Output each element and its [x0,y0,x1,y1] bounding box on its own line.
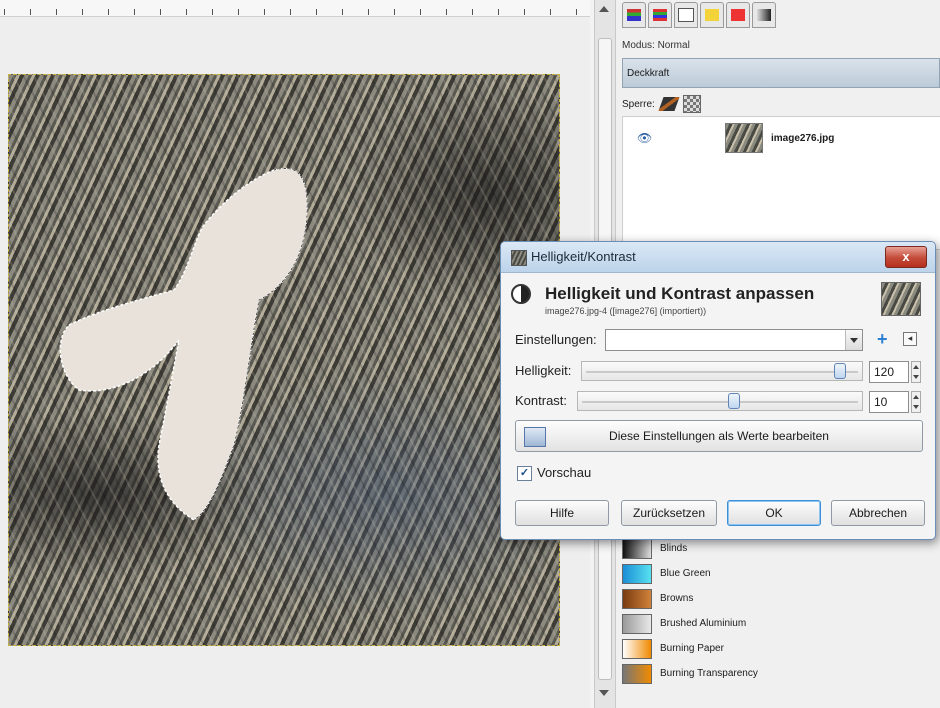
dialog-heading: Helligkeit und Kontrast anpassen [545,284,815,303]
brightness-slider[interactable] [581,361,863,381]
opacity-label: Deckkraft [627,68,670,79]
gradient-name: Browns [660,593,694,604]
contrast-spin-arrows-icon[interactable] [911,391,921,413]
tab-channels[interactable] [648,2,672,28]
settings-label: Einstellungen: [515,332,597,347]
opacity-slider[interactable]: Deckkraft [622,58,940,88]
color-icon [731,9,745,21]
tab-undo[interactable] [700,2,724,28]
dialog-titlebar[interactable]: Helligkeit/Kontrast x [501,242,935,273]
gradient-swatch [622,638,652,659]
brushes-icon [757,9,771,21]
gradient-swatch [622,563,652,584]
contrast-spin-input[interactable]: 10 [869,391,909,413]
scroll-down-arrow-icon[interactable] [599,690,609,696]
gradient-name: Brushed Aluminium [660,618,747,629]
contrast-slider[interactable] [577,391,863,411]
layers-list: 👁 image276.jpg [622,116,940,250]
gradient-swatch [622,613,652,634]
add-preset-icon[interactable]: + [877,329,888,349]
layer-name: image276.jpg [771,132,835,144]
close-button[interactable]: x [885,246,927,268]
tab-layers[interactable] [622,2,646,28]
horizontal-ruler [0,0,590,17]
dialog-title: Helligkeit/Kontrast [531,249,636,264]
preset-menu-icon[interactable]: ◂ [903,332,917,346]
ok-button[interactable]: OK [727,500,821,526]
chevron-down-icon[interactable] [845,330,862,350]
reset-button[interactable]: Zurücksetzen [621,500,717,526]
brightness-contrast-icon [511,284,531,304]
preview-label: Vorschau [537,465,592,480]
gradient-swatch [622,588,652,609]
tab-paths[interactable] [674,2,698,28]
layer-thumbnail [725,123,763,153]
gradient-item[interactable]: Burning Paper [622,636,940,661]
brightness-spin-input[interactable]: 120 [869,361,909,383]
contrast-slider-track [582,401,858,403]
gradient-item[interactable]: Brushed Aluminium [622,611,940,636]
lock-alpha-checker-icon[interactable] [682,95,701,113]
contrast-label: Kontrast: [515,393,568,408]
edit-as-values-button[interactable]: Diese Einstellungen als Werte bearbeiten [515,420,923,452]
gradient-name: Blinds [660,543,688,554]
edit-as-values-label: Diese Einstellungen als Werte bearbeiten [609,429,829,443]
gradients-list: Blinds Blue Green Browns Brushed Aluminium B… [622,536,940,686]
image-canvas[interactable] [8,74,560,646]
paths-icon [678,8,694,22]
gradient-name: Burning Paper [660,643,724,654]
gradient-name: Blue Green [660,568,711,579]
gradient-swatch [622,663,652,684]
brightness-spin-arrows-icon[interactable] [911,361,921,383]
image-thumbnail [881,282,921,316]
brightness-contrast-dialog: Helligkeit/Kontrast x Helligkeit und Kon… [500,241,936,540]
cancel-button[interactable]: Abbrechen [831,500,925,526]
settings-combo[interactable] [605,329,863,351]
gradient-item[interactable]: Browns [622,586,940,611]
dialog-header: Helligkeit und Kontrast anpassen image27… [509,280,927,320]
preview-checkbox[interactable]: ✓ [517,466,532,481]
scroll-up-arrow-icon[interactable] [599,6,609,12]
tab-brushes[interactable] [752,2,776,28]
brightness-slider-track [586,371,858,373]
brightness-slider-handle[interactable] [833,363,846,379]
gradient-item[interactable]: Burning Transparency [622,661,940,686]
gradient-swatch [622,538,652,559]
gradient-name: Burning Transparency [660,668,758,679]
lock-label: Sperre: [622,98,655,110]
lock-pixels-brush-icon[interactable] [658,97,680,111]
gradient-item[interactable]: Blue Green [622,561,940,586]
brightness-label: Helligkeit: [515,363,572,378]
selected-white-shape [59,167,308,521]
help-button[interactable]: Hilfe [515,500,609,526]
channels-icon [653,9,667,21]
undo-history-icon [705,9,719,21]
lock-row: Sperre: [622,95,701,113]
contrast-slider-handle[interactable] [728,393,741,409]
dialog-subheading: image276.jpg-4 ([image276] (importiert)) [545,306,707,316]
gimp-app-icon [511,250,527,266]
selection-region [59,167,308,521]
dock-tabs [622,2,776,28]
layer-row[interactable]: 👁 image276.jpg [623,123,940,153]
tab-colors[interactable] [726,2,750,28]
eye-icon[interactable]: 👁 [637,131,653,145]
layer-mode-label: Modus: Normal [622,40,690,51]
layers-icon [627,9,641,21]
